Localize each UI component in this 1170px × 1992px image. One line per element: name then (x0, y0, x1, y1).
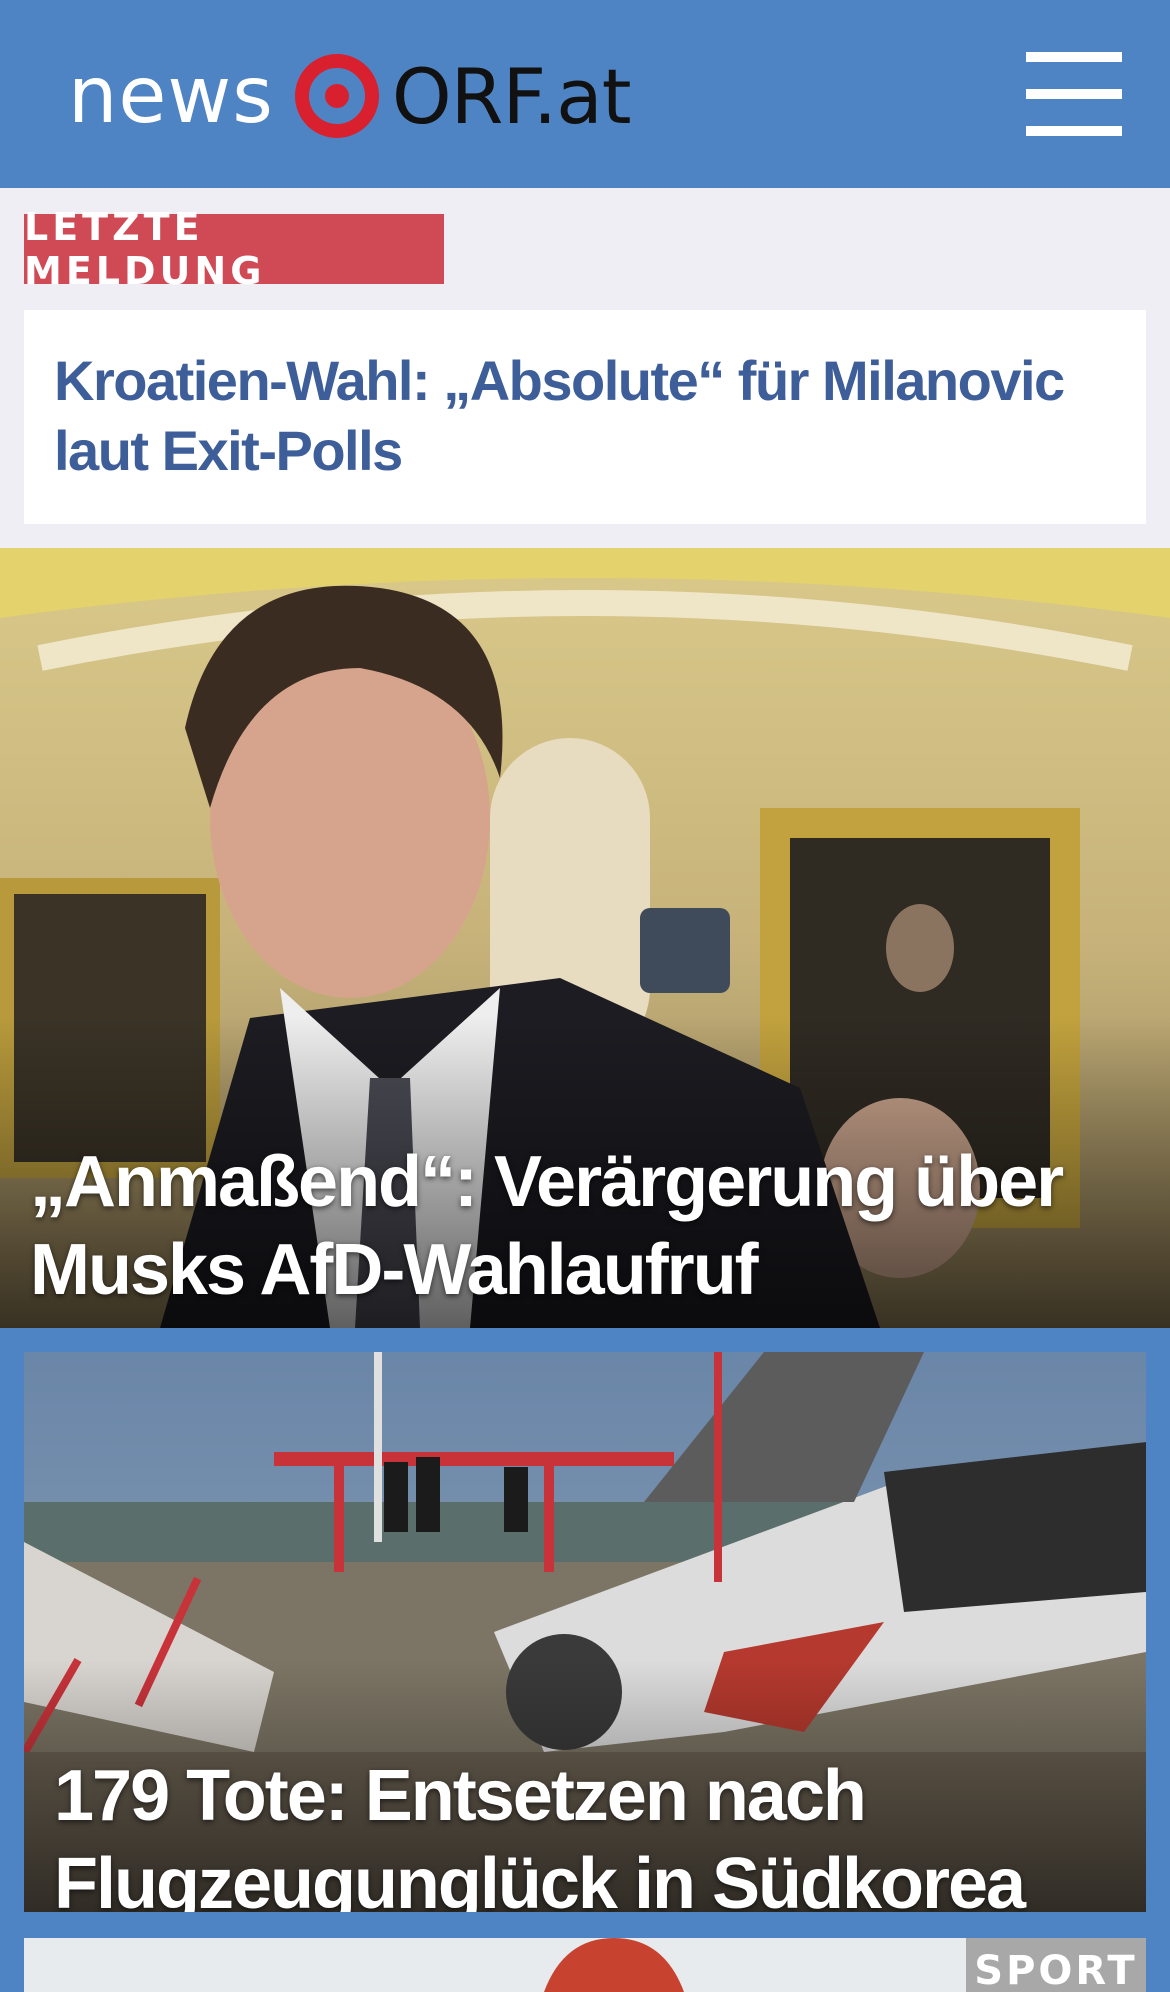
story-card[interactable]: 179 Tote: Entsetzen nach Flugzeugunglück… (24, 1352, 1146, 1912)
logo-orf-text: ORF.at (391, 51, 632, 141)
logo-news-text: news (68, 51, 274, 141)
site-logo[interactable]: news ORF.at (68, 48, 632, 144)
breaking-news-headline[interactable]: Kroatien-Wahl: „Absolute“ für Milanovic … (54, 346, 1114, 486)
sport-story-card[interactable]: SPORT (24, 1938, 1146, 1992)
story-title[interactable]: 179 Tote: Entsetzen nach Flugzeugunglück… (54, 1752, 1114, 1912)
top-story-title[interactable]: „Anmaßend“: Verärgerung über Musks AfD-W… (30, 1138, 1070, 1314)
hamburger-icon[interactable] (1026, 52, 1122, 136)
breaking-news-badge: LETZTE MELDUNG (24, 205, 444, 293)
orf-ring-icon (294, 54, 379, 138)
top-story-card[interactable]: „Anmaßend“: Verärgerung über Musks AfD-W… (0, 548, 1170, 1328)
category-badge: SPORT (966, 1938, 1146, 1992)
breaking-news-card[interactable]: Kroatien-Wahl: „Absolute“ für Milanovic … (24, 310, 1146, 524)
top-bar: news ORF.at (0, 0, 1170, 188)
